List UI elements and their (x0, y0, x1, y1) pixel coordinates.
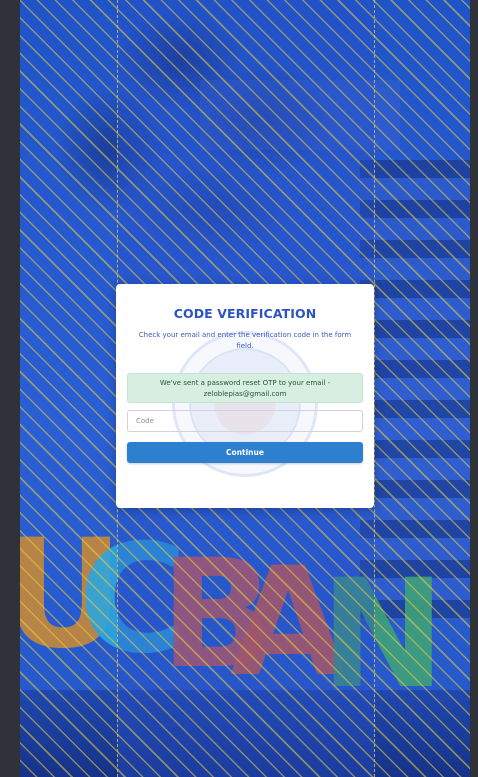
card-title: CODE VERIFICATION (173, 306, 317, 321)
continue-button[interactable]: Continue (127, 442, 363, 463)
otp-sent-alert: We've sent a password reset OTP to your … (127, 373, 363, 403)
card-instructions: Check your email and enter the verificat… (138, 331, 352, 350)
verification-card: CODE VERIFICATION Check your email and e… (116, 284, 374, 508)
code-input[interactable] (127, 410, 363, 432)
page-viewport: U C B A N CODE VERIFICATION Check your e… (0, 0, 478, 777)
